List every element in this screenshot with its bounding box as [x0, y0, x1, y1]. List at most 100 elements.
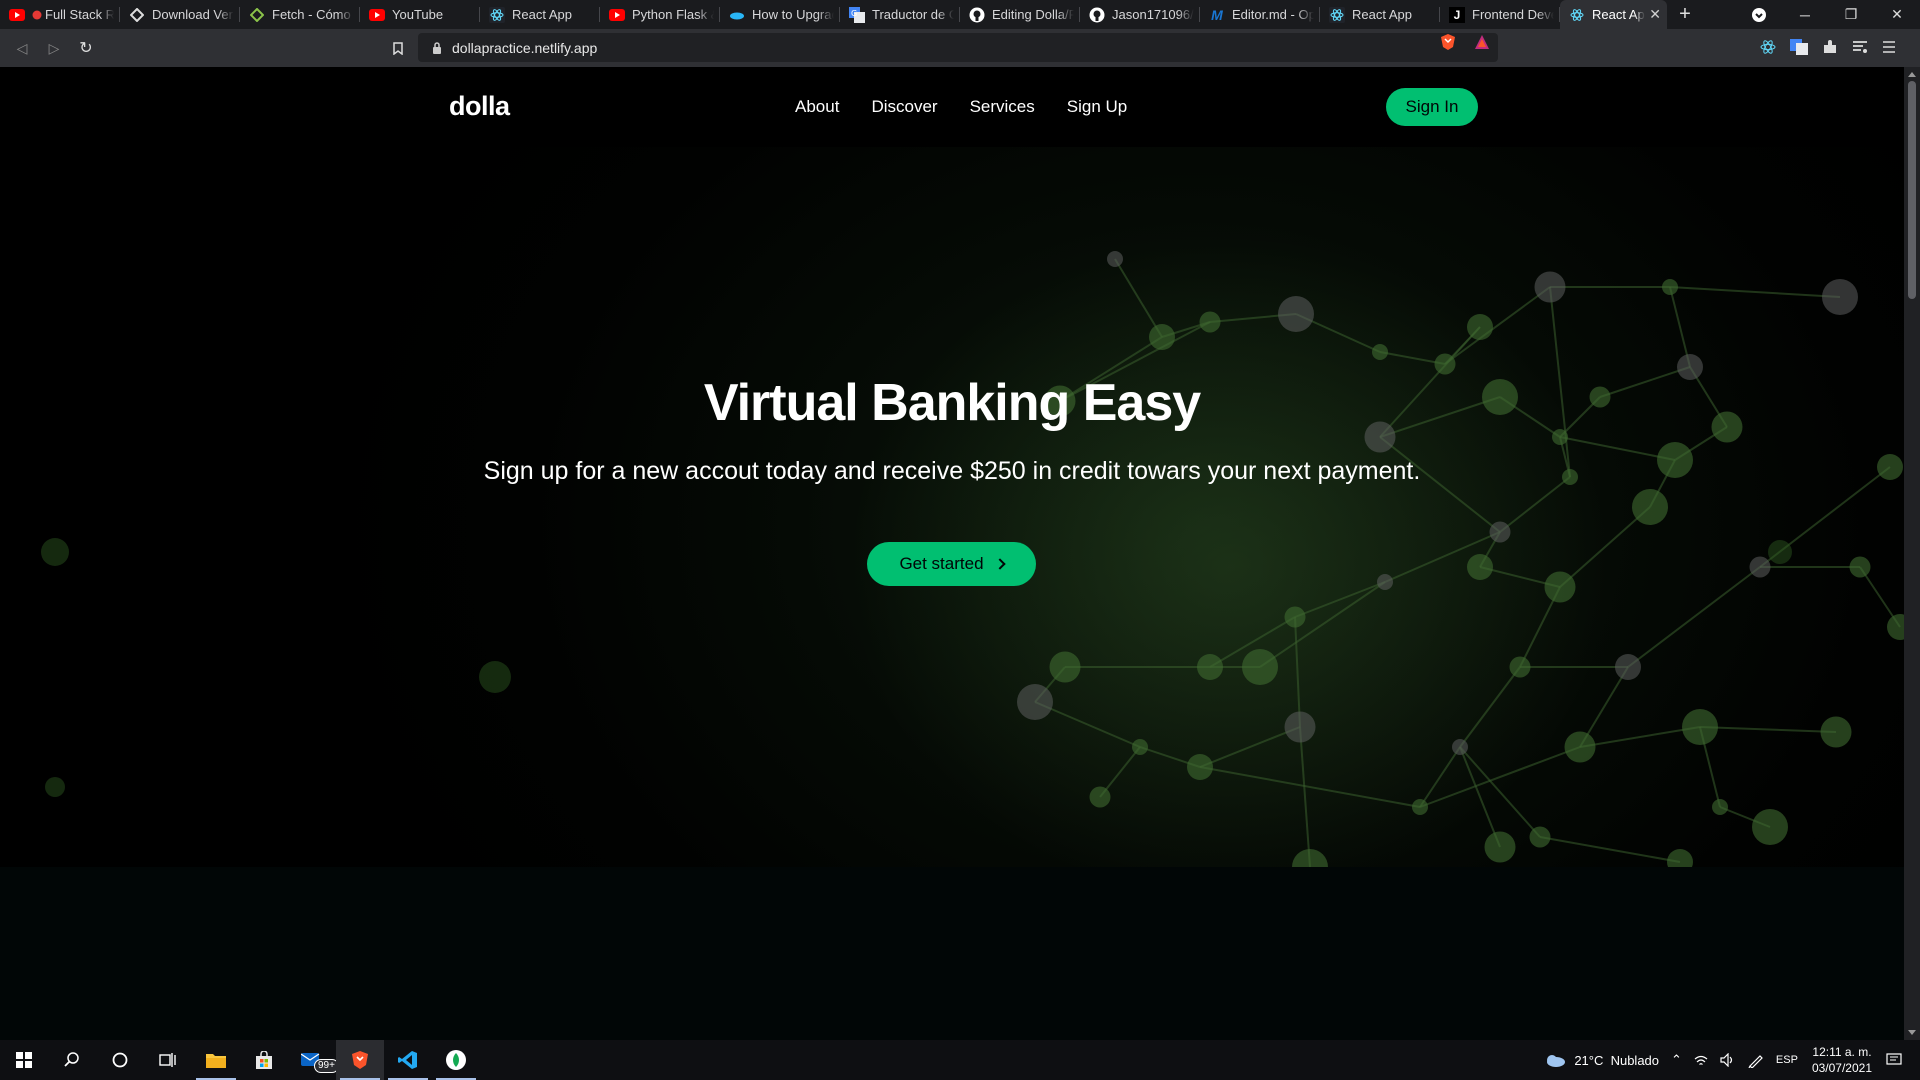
mail-button[interactable]: 99+ [288, 1040, 339, 1080]
react-devtools-icon[interactable] [1760, 39, 1776, 55]
address-actions [1440, 33, 1490, 51]
tab[interactable]: Editing Dolla/R [960, 0, 1080, 29]
minimize-button[interactable]: ─ [1782, 0, 1828, 29]
translate-icon: G [849, 6, 865, 23]
brave-browser-button[interactable] [336, 1040, 384, 1080]
back-arrow-icon: ◁ [16, 39, 28, 56]
tab[interactable]: React App [480, 0, 600, 29]
scrollbar-thumb[interactable] [1908, 81, 1916, 299]
file-explorer-button[interactable] [192, 1040, 240, 1080]
tab-search-icon [1752, 7, 1766, 22]
nav-link-signup[interactable]: Sign Up [1067, 97, 1127, 117]
speaker-icon [1720, 1053, 1733, 1067]
bookmark-button[interactable] [382, 32, 414, 64]
svg-text:G: G [851, 9, 857, 18]
mongodb-compass-button[interactable] [432, 1040, 480, 1080]
clock-date: 03/07/2021 [1811, 1061, 1872, 1075]
tab[interactable]: Fetch - Cómo c [240, 0, 360, 29]
m-icon: M [1211, 6, 1223, 23]
react-icon [489, 6, 505, 23]
clock[interactable]: 12:11 a. m. 03/07/2021 [1812, 1044, 1872, 1076]
tab[interactable]: How to Upgrad [720, 0, 840, 29]
site-logo[interactable]: dolla [449, 91, 510, 122]
tab-title: Download Verif [152, 7, 234, 22]
tab-active[interactable]: React App ✕ [1560, 0, 1667, 29]
get-started-label: Get started [899, 554, 984, 573]
extensions-puzzle-icon[interactable] [1822, 39, 1838, 55]
vscode-icon [398, 1051, 417, 1069]
tab-search-button[interactable] [1736, 0, 1782, 29]
store-button[interactable] [240, 1040, 288, 1080]
search-icon [64, 1052, 79, 1067]
scroll-up-arrow-icon[interactable] [1908, 72, 1916, 77]
nav-link-services[interactable]: Services [970, 97, 1035, 117]
hero-title: Virtual Banking Easy [703, 374, 1201, 432]
address-bar[interactable]: dollapractice.netlify.app [418, 33, 1498, 62]
tab-title: Frontend Deve [1472, 7, 1554, 22]
youtube-icon [9, 7, 25, 23]
brave-icon [352, 1051, 368, 1069]
start-button[interactable] [0, 1040, 48, 1080]
clock-time: 12:11 a. m. [1812, 1045, 1872, 1059]
tab[interactable]: React App [1320, 0, 1440, 29]
close-icon[interactable]: ✕ [1649, 6, 1661, 23]
task-view-icon [159, 1053, 176, 1067]
restore-icon: ❐ [1844, 6, 1858, 22]
tab[interactable]: Python Flask & [600, 0, 720, 29]
search-button[interactable] [48, 1040, 96, 1080]
tab[interactable]: Full Stack Re [0, 0, 120, 29]
close-window-button[interactable]: ✕ [1874, 0, 1920, 29]
tab[interactable]: M Editor.md - Op [1200, 0, 1320, 29]
notification-icon [1886, 1053, 1902, 1065]
tab-title: Full Stack Re [45, 7, 114, 22]
show-hidden-icons-button[interactable]: ⌃ [1671, 1052, 1682, 1068]
tab-title: React App [512, 7, 572, 22]
pen-button[interactable] [1748, 1052, 1764, 1068]
react-icon [1569, 7, 1585, 23]
brave-shields-icon[interactable] [1440, 33, 1456, 51]
back-button[interactable]: ◁ [6, 32, 38, 64]
tab-strip: Full Stack Re Download Verif Fetch - Cóm… [0, 0, 1920, 29]
vscode-button[interactable] [384, 1040, 432, 1080]
reload-button[interactable]: ↻ [70, 32, 102, 64]
volume-button[interactable] [1720, 1053, 1736, 1067]
site-navbar: dolla About Discover Services Sign Up Si… [0, 67, 1904, 147]
lock-icon [433, 41, 441, 54]
forward-button[interactable]: ▷ [38, 32, 70, 64]
nav-link-discover[interactable]: Discover [871, 97, 937, 117]
get-started-button[interactable]: Get started [867, 542, 1036, 586]
tab[interactable]: Download Verif [120, 0, 240, 29]
notifications-button[interactable] [1886, 1053, 1902, 1067]
sign-in-button[interactable]: Sign In [1386, 88, 1478, 126]
tab[interactable]: G Traductor de G [840, 0, 960, 29]
windows-taskbar: 99+ 21°C Nublado ⌃ ESP 12:11 a. m. 03/07… [0, 1040, 1920, 1080]
windows-logo-icon [16, 1052, 32, 1068]
language-indicator[interactable]: ESP [1776, 1054, 1798, 1066]
weather-widget[interactable]: 21°C Nublado [1544, 1053, 1659, 1068]
tab-title: Editor.md - Op [1232, 7, 1314, 22]
hero-section: Virtual Banking Easy Sign up for a new a… [0, 147, 1904, 867]
network-button[interactable] [1694, 1054, 1708, 1066]
nav-link-about[interactable]: About [795, 97, 839, 117]
close-icon: ✕ [1891, 6, 1903, 22]
folder-icon [206, 1054, 226, 1068]
brave-rewards-icon[interactable] [1474, 34, 1490, 50]
restore-button[interactable]: ❐ [1828, 0, 1874, 29]
cortana-button[interactable] [96, 1040, 144, 1080]
hero-content: Virtual Banking Easy Sign up for a new a… [0, 147, 1904, 867]
tab[interactable]: J Frontend Deve [1440, 0, 1560, 29]
tab-title: YouTube [392, 7, 444, 22]
tab-title: Jason171096/D [1112, 7, 1194, 22]
page-scrollbar[interactable] [1904, 67, 1920, 1040]
reading-list-icon[interactable] [1852, 39, 1868, 55]
system-tray: 21°C Nublado ⌃ ESP 12:11 a. m. 03/07/202… [1538, 1040, 1920, 1080]
tab[interactable]: YouTube [360, 0, 480, 29]
store-bag-icon [256, 1051, 272, 1069]
menu-icon[interactable] [1882, 40, 1896, 54]
github-icon [1089, 7, 1105, 23]
scroll-down-arrow-icon[interactable] [1908, 1030, 1916, 1035]
tab[interactable]: Jason171096/D [1080, 0, 1200, 29]
task-view-button[interactable] [144, 1040, 192, 1080]
translate-extension-icon[interactable] [1790, 39, 1808, 55]
new-tab-button[interactable]: + [1667, 0, 1703, 29]
